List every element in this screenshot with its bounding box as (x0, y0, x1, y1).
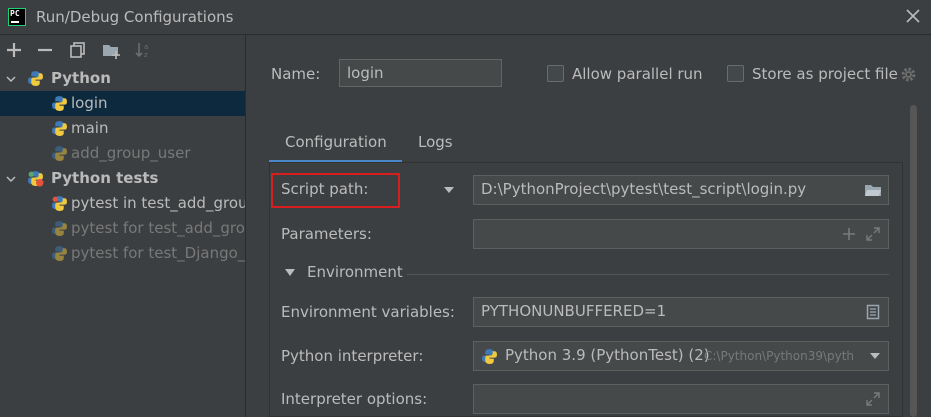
tree-item-pytest[interactable]: pytest for test_Django_lo (0, 241, 246, 266)
expand-icon[interactable] (866, 227, 880, 241)
tree-item-label: pytest for test_Django_lo (71, 244, 246, 262)
tree-group-label: Python (51, 69, 111, 87)
svg-text:z: z (144, 51, 148, 59)
title-bar: PC Run/Debug Configurations (0, 0, 931, 35)
script-type-dropdown[interactable] (444, 187, 454, 193)
interpreter-value: Python 3.9 (PythonTest) (2) (505, 346, 710, 364)
pycharm-app-icon: PC (8, 8, 26, 26)
env-vars-input[interactable]: PYTHONUNBUFFERED=1 (473, 297, 889, 327)
configurations-tree-panel: a z Python login main add_group_user Pyt… (0, 35, 246, 417)
section-divider (407, 274, 889, 275)
name-input-value: login (347, 64, 384, 82)
script-path-input[interactable]: D:\PythonProject\pytest\test_script\logi… (473, 175, 889, 205)
environment-section-title: Environment (307, 263, 403, 281)
pytest-icon (52, 246, 67, 261)
svg-text:a: a (144, 43, 148, 51)
pytest-icon (52, 221, 67, 236)
tree-item-add-group-user[interactable]: add_group_user (0, 141, 245, 166)
tree-item-label: main (71, 119, 109, 137)
interpreter-select[interactable]: Python 3.9 (PythonTest) (2) C:\Python\Py… (473, 341, 889, 371)
tab-label: Logs (418, 133, 453, 151)
chevron-down-icon[interactable] (870, 353, 880, 359)
tree-item-label: add_group_user (71, 144, 191, 162)
env-vars-label: Environment variables: (281, 303, 455, 321)
store-project-label: Store as project file (752, 65, 898, 83)
interpreter-label: Python interpreter: (281, 347, 424, 365)
allow-parallel-label: Allow parallel run (572, 65, 703, 83)
window-title: Run/Debug Configurations (36, 8, 234, 26)
interpreter-options-label: Interpreter options: (281, 390, 428, 408)
configuration-form-panel: Name: login Allow parallel run Store as … (247, 35, 931, 417)
tree-group-python-tests[interactable]: Python tests (0, 166, 245, 191)
python-icon (52, 146, 67, 161)
app-icon-text: PC (10, 9, 20, 18)
env-vars-value: PYTHONUNBUFFERED=1 (481, 302, 667, 320)
folder-add-icon[interactable] (101, 40, 121, 60)
python-icon (52, 121, 67, 136)
chevron-down-icon[interactable] (5, 73, 17, 85)
sort-icon[interactable]: a z (133, 40, 153, 60)
python-icon (482, 349, 497, 364)
tree-item-label: pytest in test_add_group (71, 194, 246, 212)
pytest-icon (28, 171, 44, 187)
python-icon (52, 96, 67, 111)
document-icon[interactable] (866, 304, 880, 320)
configuration-content: Script path: D:\PythonProject\pytest\tes… (269, 162, 903, 417)
interpreter-options-input[interactable] (473, 384, 889, 414)
name-input[interactable]: login (339, 59, 502, 87)
close-icon[interactable] (903, 6, 923, 26)
parameters-label: Parameters: (281, 225, 372, 243)
interpreter-path-hint: C:\Python\Python39\pyth (704, 349, 855, 363)
allow-parallel-checkbox[interactable] (547, 65, 564, 82)
python-icon (28, 71, 43, 86)
store-project-checkbox[interactable] (727, 65, 744, 82)
tab-configuration[interactable]: Configuration (269, 125, 402, 163)
tree-item-label: pytest for test_add_grou (71, 219, 246, 237)
tree-item-pytest[interactable]: pytest for test_add_grou (0, 216, 246, 241)
remove-icon[interactable] (35, 40, 55, 60)
tree-group-label: Python tests (51, 169, 159, 187)
copy-icon[interactable] (68, 40, 88, 60)
expand-icon[interactable] (866, 392, 880, 406)
tree-toolbar: a z (0, 35, 245, 65)
tab-logs[interactable]: Logs (404, 125, 464, 163)
chevron-down-icon[interactable] (5, 173, 17, 185)
tree-item-login[interactable]: login (0, 91, 245, 116)
tree-item-main[interactable]: main (0, 116, 245, 141)
name-label: Name: (271, 65, 321, 83)
gear-icon[interactable] (900, 66, 917, 83)
tree-item-pytest[interactable]: pytest in test_add_group (0, 191, 246, 216)
tab-label: Configuration (285, 133, 387, 151)
tree-group-python[interactable]: Python (0, 66, 245, 91)
script-path-value: D:\PythonProject\pytest\test_script\logi… (481, 180, 807, 198)
script-path-label: Script path: (281, 180, 369, 198)
folder-icon[interactable] (864, 182, 882, 198)
parameters-input[interactable] (473, 219, 889, 249)
add-icon[interactable] (4, 40, 24, 60)
tree-item-label: login (71, 94, 108, 112)
pytest-icon (52, 196, 67, 211)
vertical-scrollbar[interactable] (910, 105, 917, 417)
add-icon[interactable] (842, 227, 856, 241)
chevron-down-icon[interactable] (284, 268, 296, 278)
